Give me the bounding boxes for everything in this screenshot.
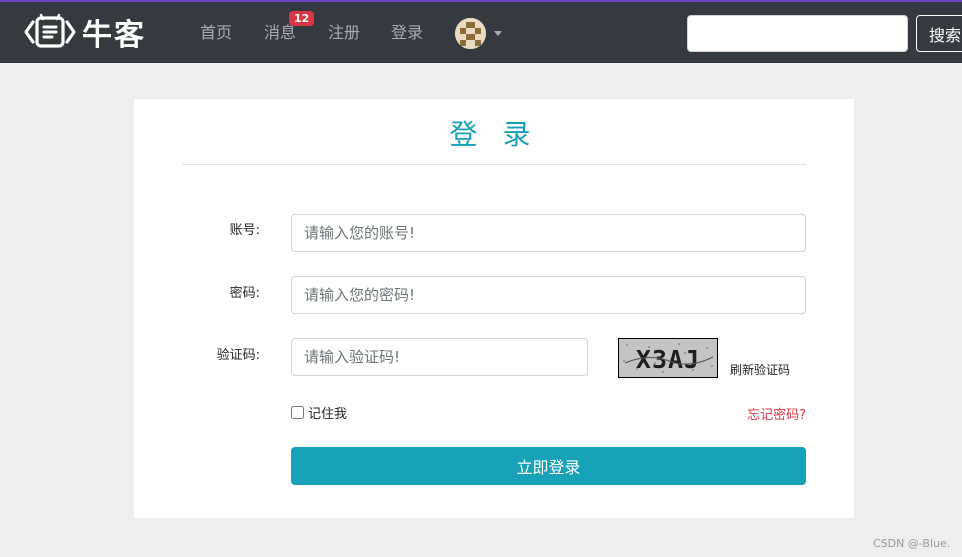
password-label: 密码: [229, 286, 260, 301]
page-title: 登 录 [449, 118, 539, 151]
search-button[interactable]: 搜索 [916, 15, 962, 52]
captcha-input[interactable] [291, 338, 588, 376]
search-input[interactable] [687, 15, 908, 52]
nav-home-link[interactable]: 首页 [200, 22, 232, 44]
brand-name: 牛客 [82, 18, 146, 53]
remember-me[interactable]: 记住我 [291, 403, 347, 422]
title-divider [182, 164, 806, 165]
refresh-captcha-link[interactable]: 刷新验证码 [730, 361, 790, 378]
forgot-password-link[interactable]: 忘记密码? [747, 404, 806, 423]
top-navbar: 牛客 首页 消息 12 注册 登录 搜索 [0, 0, 962, 63]
user-menu-toggle[interactable] [455, 18, 502, 49]
brand[interactable]: 牛客 [24, 12, 146, 53]
nav-register-link[interactable]: 注册 [328, 22, 360, 44]
account-label: 账号: [229, 223, 260, 238]
nowcoder-logo-icon [24, 13, 76, 48]
user-avatar-icon [455, 18, 486, 49]
captcha-label: 验证码: [216, 348, 260, 363]
remember-me-label: 记住我 [308, 407, 348, 422]
message-count-badge: 12 [289, 11, 315, 26]
captcha-image-text: X3AJ [636, 345, 700, 374]
login-submit-button[interactable]: 立即登录 [291, 447, 806, 485]
account-input[interactable] [291, 214, 806, 252]
captcha-image[interactable]: X3AJ [618, 338, 718, 378]
password-input[interactable] [291, 276, 806, 314]
chevron-down-icon [494, 31, 502, 36]
watermark: CSDN @-Blue. [873, 537, 951, 550]
nav-login-link[interactable]: 登录 [391, 22, 423, 44]
remember-me-checkbox[interactable] [291, 406, 304, 419]
login-card: 登 录 账号: 密码: 验证码: X3AJ 刷新验证码 记住我 忘记密码? 立即… [134, 99, 854, 518]
